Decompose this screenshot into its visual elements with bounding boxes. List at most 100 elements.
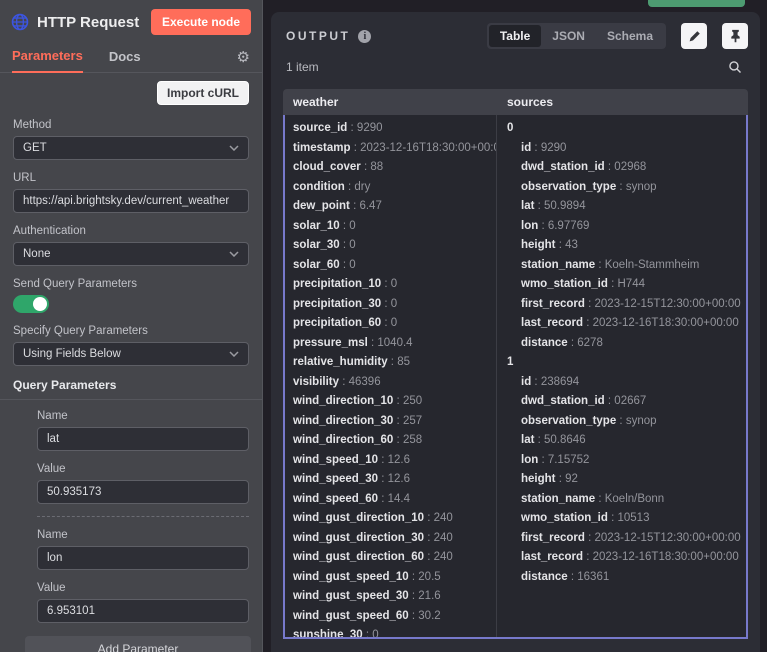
kv-colon: : [393,415,403,427]
output-table-body[interactable]: source_id : 9290timestamp : 2023-12-16T1… [283,115,748,639]
kv-colon: : [363,629,373,637]
kv-key: lat [521,200,534,212]
import-curl-button[interactable]: Import cURL [157,81,249,105]
kv-key: station_name [521,259,595,271]
kv-colon: : [424,551,434,563]
kv-row: pressure_msl : 1040.4 [293,334,488,354]
kv-colon: : [368,337,378,349]
kv-colon: : [393,395,403,407]
kv-row: first_record : 2023-12-15T12:30:00+00:00 [521,295,736,315]
kv-colon: : [583,317,593,329]
kv-value: 257 [403,415,422,427]
column-header-weather: weather [283,89,497,115]
send-query-label: Send Query Parameters [13,278,249,290]
kv-key: precipitation_60 [293,317,381,329]
tab-parameters[interactable]: Parameters [12,43,83,73]
send-query-toggle[interactable] [13,295,49,313]
view-tab-json[interactable]: JSON [541,25,596,47]
method-value: GET [23,142,47,154]
info-icon[interactable]: i [358,30,371,43]
kv-value: 0 [391,317,397,329]
kv-row: id : 238694 [521,373,736,393]
kv-key: visibility [293,376,339,388]
kv-value: H744 [618,278,646,290]
pencil-icon [688,30,701,43]
kv-value: 02968 [614,161,646,173]
kv-colon: : [424,512,434,524]
kv-value: 6278 [577,337,603,349]
param-name-input[interactable] [47,552,239,564]
url-input[interactable] [23,195,239,207]
kv-row: observation_type : synop [521,178,736,198]
kv-key: wind_gust_speed_30 [293,590,409,602]
edit-output-button[interactable] [681,23,707,49]
query-parameters-heading: Query Parameters [0,378,262,400]
kv-colon: : [393,434,403,446]
kv-key: lat [521,434,534,446]
kv-value: 240 [434,532,453,544]
tab-docs[interactable]: Docs [109,44,141,72]
canvas-button-fragment[interactable] [648,0,745,7]
kv-colon: : [538,220,548,232]
kv-key: wind_direction_30 [293,415,393,427]
kv-value: 14.4 [388,493,410,505]
url-label: URL [13,172,249,184]
output-table: weather sources source_id : 9290timestam… [283,89,748,639]
kv-value: 50.8646 [544,434,586,446]
kv-value: dry [354,181,370,193]
search-output-button[interactable] [728,60,742,74]
output-panel: OUTPUT i Table JSON Schema 1 item [271,12,760,652]
kv-row: distance : 6278 [521,334,736,354]
kv-key: station_name [521,493,595,505]
execute-node-button[interactable]: Execute node [151,9,251,35]
kv-colon: : [531,376,541,388]
kv-key: last_record [521,317,583,329]
param-name-field: Name [37,529,249,570]
kv-key: wind_gust_speed_10 [293,571,409,583]
kv-value: 02667 [614,395,646,407]
items-count: 1 item [286,60,728,74]
kv-value: 88 [370,161,383,173]
kv-row: wind_direction_60 : 258 [293,431,488,451]
specify-query-select[interactable]: Using Fields Below [13,342,249,366]
kv-colon: : [585,298,595,310]
authentication-select[interactable]: None [13,242,249,266]
authentication-label: Authentication [13,225,249,237]
kv-row: visibility : 46396 [293,373,488,393]
kv-row: wind_gust_direction_60 : 240 [293,548,488,568]
node-parameters-form: Import cURL Method GET URL Authenticatio… [0,73,262,652]
source-group-index: 0 [507,119,736,139]
kv-colon: : [568,571,578,583]
kv-colon: : [616,181,626,193]
kv-colon: : [616,415,626,427]
kv-colon: : [595,493,605,505]
method-select[interactable]: GET [13,136,249,160]
kv-value: 6.47 [359,200,381,212]
specify-query-label: Specify Query Parameters [13,325,249,337]
kv-value: 0 [349,220,355,232]
kv-row: relative_humidity : 85 [293,353,488,373]
view-tab-table[interactable]: Table [489,25,541,47]
kv-value: 7.15752 [548,454,590,466]
pin-data-button[interactable] [722,23,748,49]
kv-row: last_record : 2023-12-16T18:30:00+00:00 [521,548,736,568]
kv-row: lon : 7.15752 [521,451,736,471]
send-query-field: Send Query Parameters [13,278,249,313]
kv-value: 0 [349,239,355,251]
view-tab-schema[interactable]: Schema [596,25,664,47]
param-name-input[interactable] [47,433,239,445]
gear-icon[interactable]: ⚙ [237,50,250,72]
kv-colon: : [351,142,361,154]
kv-value: 238694 [541,376,579,388]
kv-row: solar_10 : 0 [293,217,488,237]
kv-key: condition [293,181,345,193]
kv-key: observation_type [521,181,616,193]
kv-value: 240 [434,512,453,524]
kv-row: last_record : 2023-12-16T18:30:00+00:00 [521,314,736,334]
kv-key: first_record [521,532,585,544]
kv-row: dew_point : 6.47 [293,197,488,217]
param-value-input[interactable] [47,605,239,617]
param-value-input[interactable] [47,486,239,498]
search-icon [728,60,742,74]
add-parameter-button[interactable]: Add Parameter [25,636,251,652]
